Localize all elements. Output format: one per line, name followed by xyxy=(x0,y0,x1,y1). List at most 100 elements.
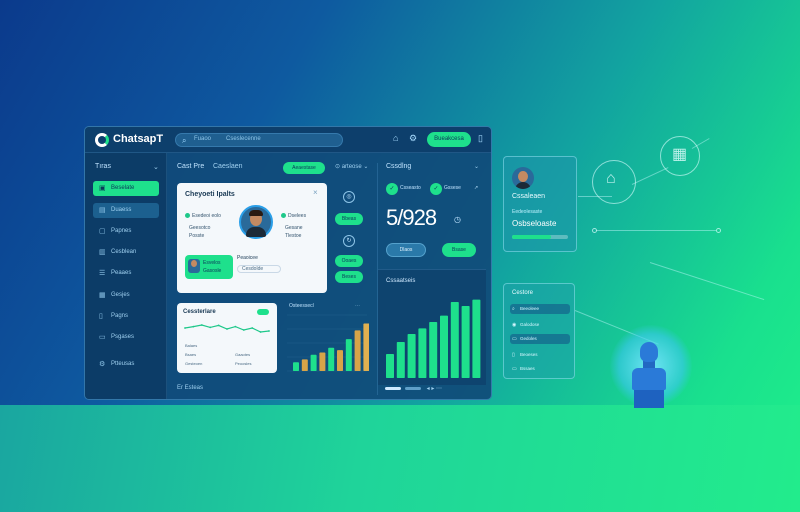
right-line-1: Gesane xyxy=(285,225,303,231)
bar xyxy=(319,352,326,371)
list-icon: ☰ xyxy=(99,270,106,277)
line-point xyxy=(200,324,203,326)
sidebar-item-6[interactable]: ▦ Gesjes xyxy=(93,288,159,303)
list-title: Cestore xyxy=(512,290,534,296)
selected-user-chip[interactable]: Esvelos Gasosle xyxy=(185,255,233,279)
line-point xyxy=(226,328,228,330)
settings-icon: ⚙ xyxy=(99,361,106,368)
profile-card: Cheyoeti Ipalts × Esedeoi eolo Geesotco … xyxy=(177,183,327,293)
mid-field[interactable]: Cesdolde xyxy=(237,265,281,273)
more-icon[interactable]: ⋯ xyxy=(436,386,442,392)
bar xyxy=(386,354,394,378)
sidebar-item-3[interactable]: ▢ Papnes xyxy=(93,224,159,239)
chip-line-2: Gasosle xyxy=(203,268,222,274)
list-item[interactable]: ▭ Bssaes xyxy=(510,364,570,374)
link-icon[interactable]: ↗ xyxy=(474,185,478,191)
side-actions: ◎ Bbeas ↻ Ooaes Beses xyxy=(335,187,365,287)
pager-dot[interactable] xyxy=(385,386,401,390)
chevron-down-icon[interactable]: ⌄ xyxy=(474,163,479,170)
side-button-1[interactable]: Bbeas xyxy=(335,213,363,225)
bar xyxy=(418,328,427,378)
settings-icon[interactable]: ⚙ xyxy=(409,133,417,144)
stats-title: Cssdlng xyxy=(386,163,412,170)
user-icon: ◉ xyxy=(512,322,517,328)
chat-icon: ▭ xyxy=(512,336,517,342)
sidebar-item-8[interactable]: ▭ Psgases xyxy=(93,330,159,345)
chevron-down-icon: ⌄ xyxy=(361,164,369,170)
select-dropdown[interactable]: ⊙ arteose ⌄ xyxy=(335,163,368,170)
primary-action-button[interactable]: Bueakcesa xyxy=(427,132,471,147)
line-point xyxy=(234,325,237,328)
file-icon: ▯ xyxy=(99,313,103,320)
search-text-b: Cseslecenne xyxy=(226,136,261,142)
sidebar-item-4[interactable]: ▥ Cesblean xyxy=(93,245,159,260)
grid-icon: ▣ xyxy=(99,185,106,192)
right-line-2: Tlestoe xyxy=(285,233,302,239)
list-item[interactable]: ▭ Gedoles xyxy=(510,334,570,344)
big-stat-value: 5/928 xyxy=(386,205,437,230)
bell-icon[interactable]: ⌂ xyxy=(393,133,398,143)
side-button-2[interactable]: Ooaes xyxy=(335,255,363,267)
tab-cast[interactable]: Cast Pre xyxy=(177,163,204,170)
search-icon: ⌕ xyxy=(512,306,515,312)
list-item[interactable]: ◉ Galodose xyxy=(510,320,570,330)
line-point xyxy=(242,329,245,331)
bar xyxy=(440,315,448,378)
sidebar-item-7[interactable]: ▯ Pagns xyxy=(93,309,159,324)
pager[interactable]: ◂ ▸ ⋯ xyxy=(385,385,442,392)
folder-icon: ▭ xyxy=(99,334,106,341)
stats-button-1[interactable]: Dlaos xyxy=(386,243,426,257)
close-icon[interactable]: × xyxy=(313,188,318,197)
pager-dot[interactable] xyxy=(405,386,421,390)
chip-line-1: Esvelos xyxy=(203,260,221,266)
list-item[interactable]: ▯ Beoeses xyxy=(510,350,570,360)
sidebar-item-2[interactable]: ▤ Duaess xyxy=(93,203,159,218)
bar xyxy=(301,359,308,371)
line-chart-card: Cessterlare Balaes Bsaes Gesteoen Gaaote… xyxy=(177,303,277,373)
bar-chart-large: Cssaatseis xyxy=(378,269,486,385)
footer-label: Er Esteas xyxy=(177,385,204,391)
stat-mini-b: Gssese xyxy=(444,185,461,191)
list-item[interactable]: ⌕ Beeoleee xyxy=(510,304,570,314)
bar xyxy=(363,323,369,371)
filter-button[interactable]: Aeaestase xyxy=(283,162,325,174)
legend-item: Peoosles xyxy=(235,361,252,366)
search-icon: ⌕ xyxy=(182,136,187,145)
avatar xyxy=(512,167,534,189)
building-icon: ▦ xyxy=(672,146,688,163)
left-name: Esedeoi eolo xyxy=(185,213,221,219)
right-name: Dselees xyxy=(281,213,306,219)
target-icon[interactable]: ◎ xyxy=(343,191,355,203)
line-point xyxy=(209,326,212,329)
floating-list-card: Cestore ⌕ Beeoleee ◉ Galodose ▭ Gedoles ▯ Be… xyxy=(503,283,575,379)
check-icon[interactable]: ✓ xyxy=(430,183,442,195)
page-icon: ▢ xyxy=(99,228,106,235)
side-button-3[interactable]: Beses xyxy=(335,271,363,283)
calendar-icon: ▦ xyxy=(99,292,106,299)
home-icon: ⌂ xyxy=(606,170,616,187)
select-icon: ⊙ xyxy=(335,164,342,170)
sidebar-item-5[interactable]: ☰ Peaaes xyxy=(93,266,159,281)
tab-second[interactable]: Caeslaen xyxy=(213,163,243,170)
stats-button-2[interactable]: Bsase xyxy=(442,243,476,257)
sidebar-item-9[interactable]: ⚙ Ptteusas xyxy=(93,357,159,372)
bar xyxy=(472,299,481,378)
status-dot-icon xyxy=(185,213,190,219)
bar xyxy=(310,354,317,371)
chevron-down-icon[interactable]: ⌄ xyxy=(153,163,159,171)
file-icon: ▯ xyxy=(512,352,515,358)
check-icon[interactable]: ✓ xyxy=(386,183,398,195)
logo-icon xyxy=(95,133,109,147)
network-dot xyxy=(592,228,597,233)
bar xyxy=(396,342,405,378)
sidebar-item-1[interactable]: ▣ Beselate xyxy=(93,181,159,196)
chart-icon: ▥ xyxy=(99,249,106,256)
search-input[interactable]: ⌕ Fuaoo Cseslecenne xyxy=(175,133,343,147)
sidebar: Tıras ⌄ ▣ Beselate ▤ Duaess ▢ Papnes ▥ Cesbl… xyxy=(85,153,167,399)
network-line xyxy=(631,167,669,185)
bar-chart-large-plot xyxy=(386,299,481,378)
trash-icon[interactable]: ▯ xyxy=(478,133,483,144)
avatar xyxy=(188,259,200,273)
refresh-icon[interactable]: ↻ xyxy=(343,235,355,247)
line-point xyxy=(192,325,195,328)
